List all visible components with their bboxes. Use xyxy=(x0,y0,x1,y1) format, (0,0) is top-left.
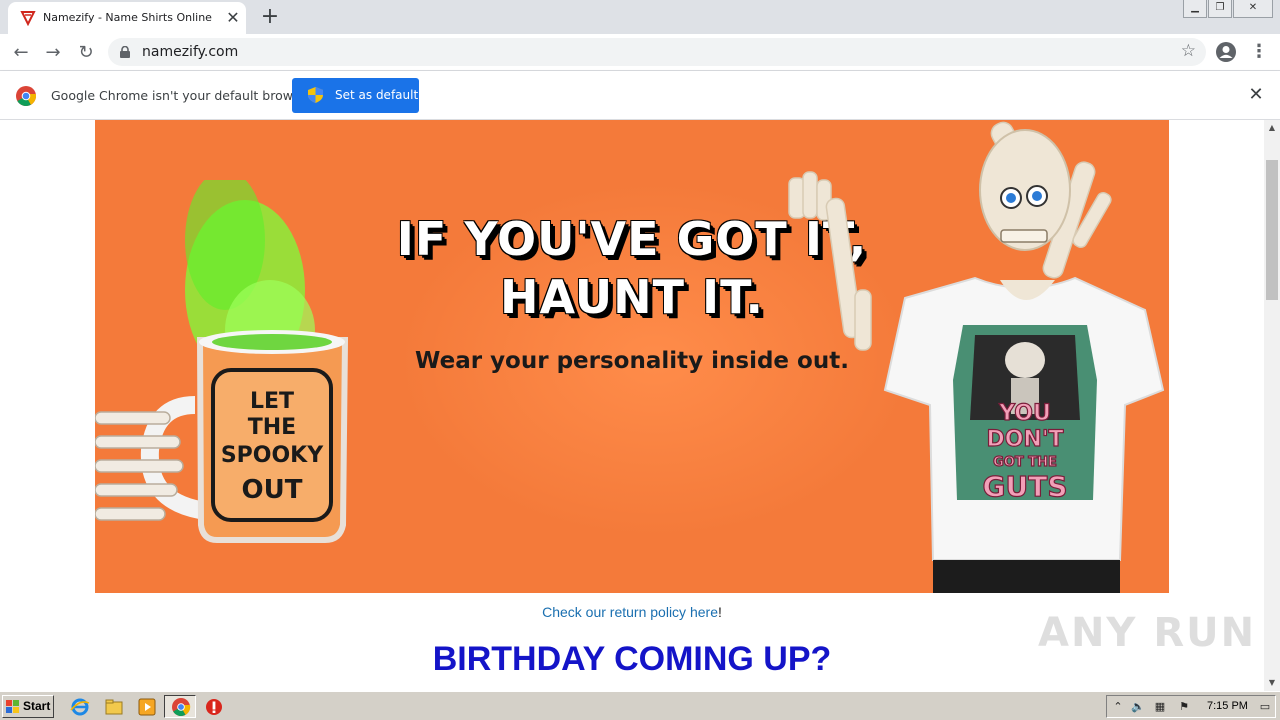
mug-text-line-4: OUT xyxy=(242,475,303,505)
url-text: namezify.com xyxy=(142,44,239,60)
windows-taskbar: Start ⌃ 🔈 ▦ ⚑ 7:15 PM ▭ xyxy=(0,691,1280,720)
tray-expand-icon[interactable]: ⌃ xyxy=(1111,700,1125,714)
reload-button[interactable]: ↻ xyxy=(73,40,99,66)
back-button[interactable]: ← xyxy=(8,40,34,66)
start-button[interactable]: Start xyxy=(2,695,54,718)
mug-text-line-2: THE xyxy=(248,415,296,440)
lock-icon xyxy=(120,46,130,58)
close-window-button[interactable]: ✕ xyxy=(1233,0,1273,18)
security-alert-icon[interactable] xyxy=(204,697,224,717)
mug-text-line-3: SPOOKY xyxy=(221,443,324,468)
chrome-taskbar-button[interactable] xyxy=(164,695,196,718)
taskbar-clock[interactable]: 7:15 PM xyxy=(1207,700,1248,712)
volume-icon[interactable]: 🔈 xyxy=(1131,700,1145,714)
chrome-logo-icon xyxy=(16,86,36,106)
new-tab-button[interactable]: + xyxy=(258,6,282,28)
set-as-default-button[interactable]: Set as default xyxy=(292,78,419,113)
windows-flag-icon xyxy=(6,700,19,713)
profile-avatar-icon[interactable] xyxy=(1216,42,1236,62)
tab-strip: Namezify - Name Shirts Online ✕ + ▁ ❐ ✕ xyxy=(0,0,1280,34)
page-scrollbar[interactable]: ▲ ▼ xyxy=(1264,120,1280,691)
tab-close-icon[interactable]: ✕ xyxy=(224,9,242,27)
shirt-text-line-1: YOU xyxy=(998,401,1051,426)
default-browser-infobar: Google Chrome isn't your default browser… xyxy=(0,71,1280,120)
namezify-favicon-icon xyxy=(20,11,36,26)
tab-title: Namezify - Name Shirts Online xyxy=(43,11,212,24)
shirt-text-line-3: GOT THE xyxy=(993,455,1057,470)
infobar-close-icon[interactable]: ✕ xyxy=(1246,85,1266,105)
network-icon[interactable]: ▦ xyxy=(1153,700,1167,714)
media-player-icon[interactable] xyxy=(137,697,157,717)
shirt-text-line-2: DON'T xyxy=(986,427,1063,452)
infobar-message: Google Chrome isn't your default browser xyxy=(51,88,313,103)
browser-tab[interactable]: Namezify - Name Shirts Online ✕ xyxy=(8,2,246,34)
start-label: Start xyxy=(23,699,51,713)
return-policy-link[interactable]: here xyxy=(690,604,718,620)
internet-explorer-icon[interactable] xyxy=(70,697,90,717)
scroll-down-icon[interactable]: ▼ xyxy=(1264,675,1280,691)
file-explorer-icon[interactable] xyxy=(104,697,124,717)
bookmark-star-icon[interactable]: ☆ xyxy=(1181,41,1196,61)
scroll-up-icon[interactable]: ▲ xyxy=(1264,120,1280,136)
return-policy-prefix: Check our return policy xyxy=(542,604,690,620)
shirt-text-line-4: GUTS xyxy=(983,470,1068,503)
set-as-default-label: Set as default xyxy=(335,88,419,102)
chrome-menu-button[interactable]: ⋮ xyxy=(1250,40,1268,64)
hero-banner[interactable]: LET THE SPOOKY OUT IF YOU'VE GOT IT, HAU… xyxy=(95,120,1169,593)
page-viewport: LET THE SPOOKY OUT IF YOU'VE GOT IT, HAU… xyxy=(0,120,1264,691)
minimize-button[interactable]: ▁ xyxy=(1183,0,1207,18)
return-policy-suffix: ! xyxy=(717,604,722,620)
chrome-taskbar-icon xyxy=(172,698,191,717)
scroll-thumb[interactable] xyxy=(1266,160,1278,300)
show-desktop-icon[interactable]: ▭ xyxy=(1259,700,1271,714)
skeleton-shirt-image: YOU DON'T GOT THE GUTS xyxy=(788,121,1165,593)
anyrun-watermark: ANY RUN xyxy=(1038,610,1257,656)
mug-text-line-1: LET xyxy=(250,389,294,414)
restore-button[interactable]: ❐ xyxy=(1208,0,1232,18)
browser-toolbar: ← → ↻ namezify.com ☆ ⋮ xyxy=(0,34,1280,71)
action-center-flag-icon[interactable]: ⚑ xyxy=(1177,700,1191,714)
address-bar[interactable]: namezify.com ☆ xyxy=(108,38,1206,66)
forward-button[interactable]: → xyxy=(40,40,66,66)
system-tray: ⌃ 🔈 ▦ ⚑ 7:15 PM ▭ xyxy=(1106,695,1276,718)
uac-shield-icon xyxy=(308,87,323,103)
